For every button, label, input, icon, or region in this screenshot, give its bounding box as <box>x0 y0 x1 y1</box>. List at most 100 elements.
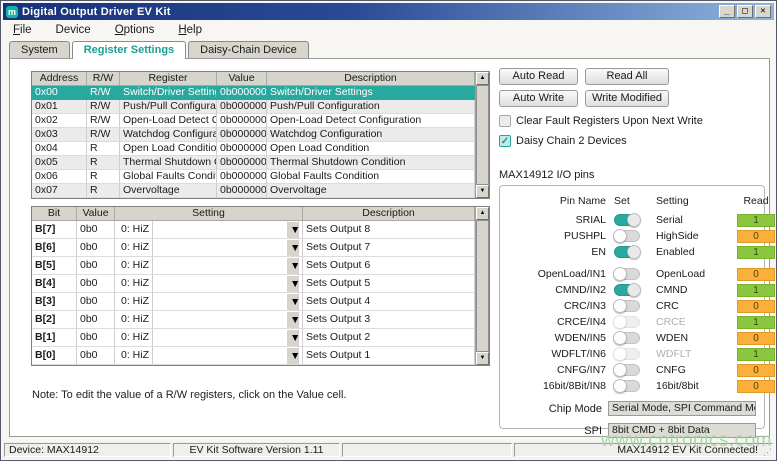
checkbox-row: Clear Fault Registers Upon Next Write <box>499 115 767 127</box>
register-table: AddressR/WRegisterValueDescription 0x00 … <box>31 71 490 199</box>
status-cell <box>342 443 512 457</box>
cell-description: Overvoltage <box>267 184 475 198</box>
toggle-switch[interactable] <box>614 300 640 312</box>
chevron-down-icon[interactable] <box>286 221 299 239</box>
io-pin-row: PUSHPL HighSide 0 IN <box>506 228 756 244</box>
read-value-badge: 0 <box>737 380 775 393</box>
spi-row: SPI 8bit CMD + 8bit Data <box>506 423 756 438</box>
cell-bit-description: Sets Output 4 <box>303 293 475 311</box>
cell-value[interactable]: 0b00000000 <box>217 86 267 100</box>
checkbox[interactable] <box>499 135 511 147</box>
cell-register: Global Faults Condition <box>120 170 217 184</box>
cell-rw: R <box>87 156 120 170</box>
toggle-switch[interactable] <box>614 364 640 376</box>
maximize-button[interactable]: □ <box>737 5 753 18</box>
setting-dropdown[interactable]: 0: HiZ <box>115 347 303 365</box>
toggle-switch[interactable] <box>614 348 640 360</box>
bit-table-header: BitValueSettingDescription <box>32 207 475 221</box>
setting-dropdown[interactable]: 0: HiZ <box>115 293 303 311</box>
pin-name: OpenLoad/IN1 <box>506 268 610 280</box>
write-modified-button[interactable]: Write Modified <box>585 90 669 107</box>
tab-daisy-chain-device[interactable]: Daisy-Chain Device <box>188 41 309 58</box>
scroll-down-icon[interactable] <box>476 352 489 365</box>
toggle-switch[interactable] <box>614 332 640 344</box>
resize-grip-icon[interactable]: ⋰ <box>763 447 773 457</box>
register-table-row[interactable]: 0x05 R Thermal Shutdown Con... 0b0000000… <box>32 156 475 170</box>
status-cell: Device: MAX14912 <box>4 443 171 457</box>
cell-value[interactable]: 0b00000000 <box>217 100 267 114</box>
chevron-down-icon[interactable] <box>286 293 299 311</box>
close-button[interactable]: ✕ <box>755 5 771 18</box>
read-value-badge: 1 <box>737 284 775 297</box>
pin-name: SRIAL <box>506 214 610 226</box>
tab-register-settings[interactable]: Register Settings <box>72 41 186 59</box>
cell-value[interactable]: 0b00000000 <box>217 184 267 198</box>
scrollbar-thumb[interactable] <box>476 85 489 185</box>
checkbox[interactable] <box>499 115 511 127</box>
cell-value[interactable]: 0b00000000 <box>217 170 267 184</box>
toggle-switch[interactable] <box>614 268 640 280</box>
menu-item-device[interactable]: Device <box>56 24 91 36</box>
minimize-button[interactable]: _ <box>719 5 735 18</box>
chevron-down-icon[interactable] <box>286 275 299 293</box>
cell-rw: R/W <box>87 100 120 114</box>
auto-read-button[interactable]: Auto Read <box>499 68 578 85</box>
column-header: R/W <box>87 72 120 86</box>
menu-item-options[interactable]: Options <box>115 24 155 36</box>
scroll-up-icon[interactable] <box>476 72 489 85</box>
toggle-switch[interactable] <box>614 214 640 226</box>
register-table-row[interactable]: 0x03 R/W Watchdog Configuration 0b000000… <box>32 128 475 142</box>
setting-dropdown[interactable]: 0: HiZ <box>115 257 303 275</box>
scroll-up-icon[interactable] <box>476 207 489 220</box>
cell-bit-description: Sets Output 5 <box>303 275 475 293</box>
tab-system[interactable]: System <box>9 41 70 58</box>
setting-dropdown[interactable]: 0: HiZ <box>115 239 303 257</box>
chevron-down-icon[interactable] <box>286 329 299 347</box>
bit-table-scrollbar[interactable] <box>475 207 489 365</box>
cell-value[interactable]: 0b00000000 <box>217 114 267 128</box>
read-all-button[interactable]: Read All <box>585 68 669 85</box>
chevron-down-icon[interactable] <box>286 257 299 275</box>
register-table-scrollbar[interactable] <box>475 72 489 198</box>
setting-dropdown[interactable]: 0: HiZ <box>115 221 303 239</box>
setting-dropdown-value: 0: HiZ <box>118 329 153 347</box>
pin-name: WDEN/IN5 <box>506 332 610 344</box>
window-controls: _□✕ <box>719 5 771 18</box>
menu-item-help[interactable]: Help <box>178 24 202 36</box>
register-table-row[interactable]: 0x07 R Overvoltage 0b00000000 Overvoltag… <box>32 184 475 198</box>
cell-value[interactable]: 0b00000000 <box>217 156 267 170</box>
register-table-row[interactable]: 0x00 R/W Switch/Driver Settings 0b000000… <box>32 86 475 100</box>
menu-item-file[interactable]: File <box>13 24 32 36</box>
register-table-row[interactable]: 0x04 R Open Load Condition 0b00000000 Op… <box>32 142 475 156</box>
toggle-switch[interactable] <box>614 246 640 258</box>
bit-table: BitValueSettingDescription B[7] 0b0 0: H… <box>31 206 490 366</box>
chevron-down-icon[interactable] <box>286 347 299 365</box>
setting-dropdown[interactable]: 0: HiZ <box>115 275 303 293</box>
setting-dropdown[interactable]: 0: HiZ <box>115 311 303 329</box>
register-table-row[interactable]: 0x01 R/W Push/Pull Configuration 0b00000… <box>32 100 475 114</box>
chevron-down-icon[interactable] <box>286 311 299 329</box>
bit-table-row: B[7] 0b0 0: HiZ Sets Output 8 <box>32 221 475 239</box>
cell-address: 0x03 <box>32 128 87 142</box>
toggle-switch[interactable] <box>614 316 640 328</box>
cell-bit-description: Sets Output 2 <box>303 329 475 347</box>
cell-register: Thermal Shutdown Con... <box>120 156 217 170</box>
chip-mode-value: Serial Mode, SPI Command Mode 16bit <box>608 401 756 416</box>
auto-write-button[interactable]: Auto Write <box>499 90 578 107</box>
setting-dropdown[interactable]: 0: HiZ <box>115 329 303 347</box>
toggle-switch[interactable] <box>614 380 640 392</box>
scroll-down-icon[interactable] <box>476 185 489 198</box>
cell-bit-description: Sets Output 6 <box>303 257 475 275</box>
register-table-row[interactable]: 0x06 R Global Faults Condition 0b0000000… <box>32 170 475 184</box>
cell-value[interactable]: 0b00000000 <box>217 128 267 142</box>
pin-setting-label: Enabled <box>656 246 730 258</box>
chevron-down-icon[interactable] <box>286 239 299 257</box>
scrollbar-thumb[interactable] <box>476 220 489 352</box>
column-header: Description <box>267 72 475 86</box>
cell-bit-value: 0b0 <box>77 239 115 257</box>
toggle-switch[interactable] <box>614 230 640 242</box>
cell-value[interactable]: 0b00000000 <box>217 142 267 156</box>
toggle-switch[interactable] <box>614 284 640 296</box>
register-table-row[interactable]: 0x02 R/W Open-Load Detect Confi... 0b000… <box>32 114 475 128</box>
cell-bit: B[4] <box>32 275 77 293</box>
